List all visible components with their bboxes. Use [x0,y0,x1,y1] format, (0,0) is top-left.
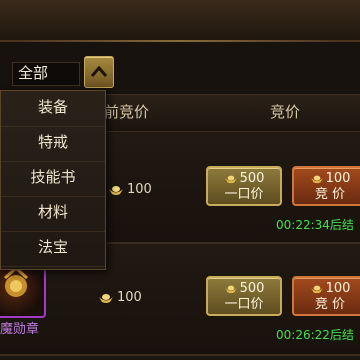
column-bid: 竞价 [270,103,301,121]
buyout-amount: 500 [239,281,265,296]
dropdown-item-equipment[interactable]: 装备 [1,91,105,127]
current-price: 100 [108,180,152,200]
dropdown-item-skill-book[interactable]: 技能书 [1,161,105,197]
gold-ingot-icon [224,175,237,183]
buyout-label: 一口价 [224,187,264,202]
gold-ingot-icon [310,175,323,183]
bid-amount: 100 [325,171,351,186]
gold-ingot-icon [109,185,123,195]
current-price-value: 100 [127,182,152,197]
bid-label: 竞 价 [314,297,346,312]
category-dropdown-menu: 装备 特戒 技能书 材料 法宝 [0,90,106,270]
countdown-timer: 00:26:22后结 [276,328,354,342]
buyout-button[interactable]: 500 一口价 [206,276,282,316]
item-medal-icon [3,265,29,297]
current-price: 100 [98,288,142,308]
current-price-value: 100 [117,290,142,305]
bid-button[interactable]: 100 竞 价 [292,276,360,316]
column-current-price: 前竞价 [104,103,150,121]
buyout-button[interactable]: 500 一口价 [206,166,282,206]
item-slot[interactable] [0,262,46,318]
gold-ingot-icon [224,285,237,293]
gold-ingot-icon [99,293,113,303]
bid-amount: 100 [325,281,351,296]
gold-ingot-icon [310,285,323,293]
countdown-timer: 00:22:34后结 [276,218,354,232]
category-select-value: 全部 [18,64,49,82]
bid-label: 竞 价 [314,187,346,202]
dropdown-item-treasure[interactable]: 法宝 [1,231,105,267]
top-bar [0,0,360,42]
buyout-amount: 500 [239,171,265,186]
category-toggle-button[interactable] [84,56,114,88]
buyout-label: 一口价 [224,297,264,312]
item-name: 魔勋章 [0,322,40,337]
dropdown-item-special-ring[interactable]: 特戒 [1,126,105,162]
chevron-up-icon [90,65,108,77]
bid-button[interactable]: 100 竞 价 [292,166,360,206]
dropdown-item-materials[interactable]: 材料 [1,196,105,232]
